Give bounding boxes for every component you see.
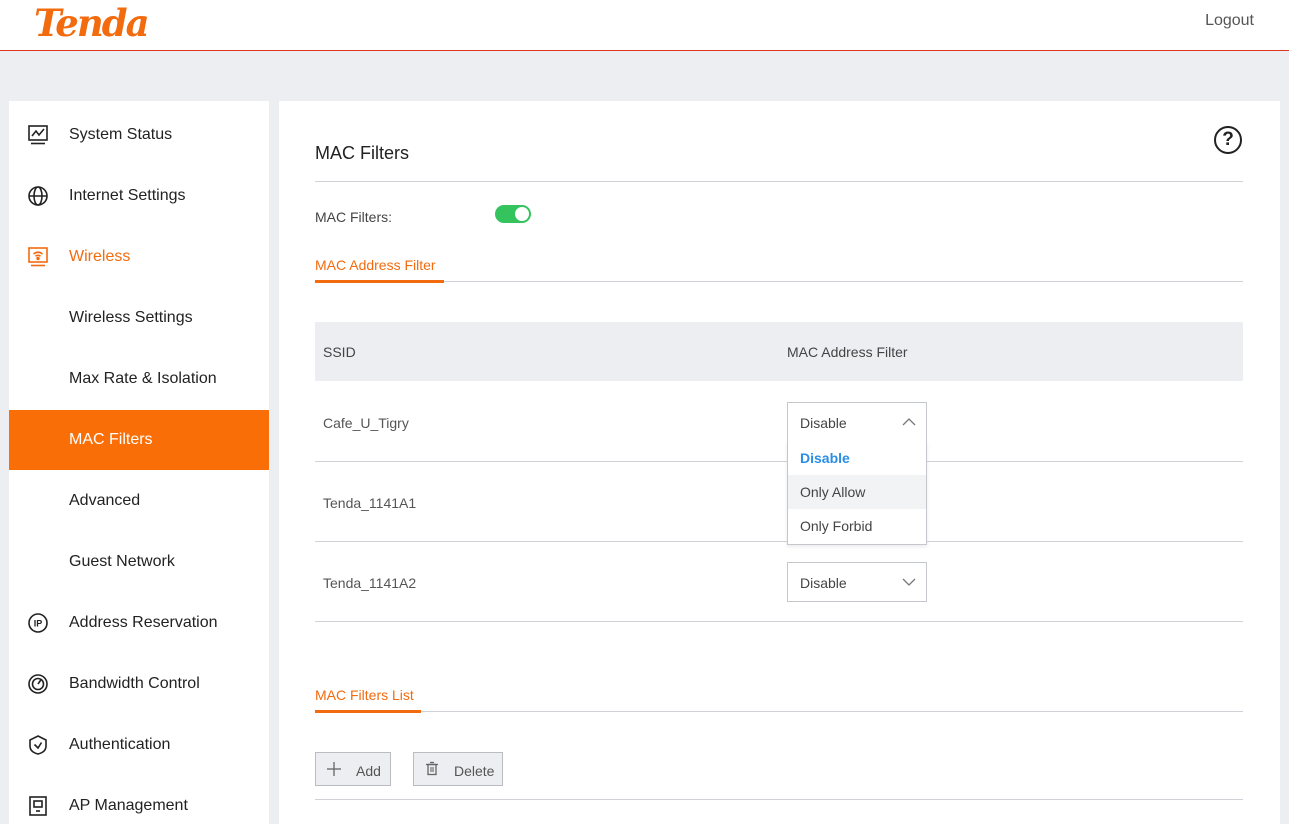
gauge-icon <box>27 673 49 695</box>
main-panel: ? MAC Filters MAC Filters: MAC Address F… <box>279 101 1280 824</box>
option-only-allow[interactable]: Only Allow <box>788 475 926 509</box>
sidebar-item-ap-management[interactable]: AP Management <box>9 776 269 824</box>
sidebar-item-label: Wireless Settings <box>69 309 193 326</box>
table-row-ssid: Cafe_U_Tigry <box>323 415 409 431</box>
tab-mac-address-filter[interactable]: MAC Address Filter <box>315 257 436 273</box>
monitor-chart-icon <box>27 124 49 146</box>
sidebar-item-label: Address Reservation <box>69 614 218 631</box>
sidebar-item-mac-filters[interactable]: MAC Filters <box>9 410 269 470</box>
sidebar-item-advanced[interactable]: Advanced <box>9 471 269 531</box>
sidebar-item-label: MAC Filters <box>69 431 153 448</box>
sidebar-item-label: System Status <box>69 126 173 143</box>
sidebar-item-label: Guest Network <box>69 553 175 570</box>
column-header-ssid: SSID <box>323 344 356 360</box>
row-divider <box>315 621 1243 622</box>
option-disable[interactable]: Disable <box>788 441 926 475</box>
mac-filters-toggle-label: MAC Filters: <box>315 209 392 225</box>
page-title: MAC Filters <box>315 143 409 163</box>
globe-icon <box>27 185 49 207</box>
sidebar-item-wireless[interactable]: Wireless <box>9 227 269 287</box>
sidebar-item-wireless-settings[interactable]: Wireless Settings <box>9 288 269 348</box>
svg-text:IP: IP <box>34 619 43 629</box>
chevron-down-icon <box>902 578 916 586</box>
select-value: Disable <box>800 575 847 591</box>
sidebar-item-internet-settings[interactable]: Internet Settings <box>9 166 269 226</box>
sidebar-item-label: Bandwidth Control <box>69 675 200 692</box>
sidebar-item-label: Advanced <box>69 492 141 509</box>
trash-icon <box>426 761 438 776</box>
divider <box>315 711 1243 712</box>
mac-filter-select-1[interactable]: Disable <box>787 402 927 442</box>
add-button-label: Add <box>356 763 381 779</box>
row-divider <box>315 541 1243 542</box>
sidebar: System Status Internet Settings Wireless… <box>9 101 269 824</box>
row-divider <box>315 461 1243 462</box>
wifi-monitor-icon <box>27 246 49 268</box>
sidebar-item-authentication[interactable]: Authentication <box>9 715 269 775</box>
divider <box>315 799 1243 800</box>
sidebar-item-system-status[interactable]: System Status <box>9 105 269 165</box>
top-bar: Tenda Logout <box>0 0 1289 51</box>
ap-device-icon <box>27 795 49 817</box>
sidebar-item-max-rate-isolation[interactable]: Max Rate & Isolation <box>9 349 269 409</box>
divider <box>315 281 1243 282</box>
column-header-mac-filter: MAC Address Filter <box>787 344 908 360</box>
sidebar-item-label: AP Management <box>69 797 188 814</box>
tab-underline <box>315 710 421 713</box>
add-button[interactable]: Add <box>315 752 391 786</box>
table-row-ssid: Tenda_1141A2 <box>323 575 417 591</box>
sidebar-item-label: Internet Settings <box>69 187 186 204</box>
filter-dropdown-menu: Disable Only Allow Only Forbid <box>787 441 927 545</box>
mac-filter-select-3[interactable]: Disable <box>787 562 927 602</box>
sidebar-item-guest-network[interactable]: Guest Network <box>9 532 269 592</box>
help-icon[interactable]: ? <box>1214 126 1242 154</box>
toggle-knob <box>515 207 529 221</box>
sidebar-item-address-reservation[interactable]: IP Address Reservation <box>9 593 269 653</box>
mac-filters-toggle[interactable] <box>495 205 531 223</box>
option-only-forbid[interactable]: Only Forbid <box>788 509 926 543</box>
sidebar-item-label: Max Rate & Isolation <box>69 370 217 387</box>
table-row-ssid: Tenda_1141A1 <box>323 495 417 511</box>
divider <box>315 181 1243 182</box>
tab-underline <box>315 280 444 283</box>
table-header: SSID MAC Address Filter <box>315 322 1243 381</box>
tenda-logo: Tenda <box>34 1 150 45</box>
logout-link[interactable]: Logout <box>1205 12 1254 30</box>
sidebar-item-label: Wireless <box>69 248 131 265</box>
sidebar-item-bandwidth-control[interactable]: Bandwidth Control <box>9 654 269 714</box>
shield-check-icon <box>27 734 49 756</box>
delete-button-label: Delete <box>454 763 495 779</box>
sidebar-item-label: Authentication <box>69 736 171 753</box>
ip-icon: IP <box>27 612 49 634</box>
tab-mac-filters-list[interactable]: MAC Filters List <box>315 687 414 703</box>
chevron-up-icon <box>902 418 916 426</box>
delete-button[interactable]: Delete <box>413 752 503 786</box>
select-value: Disable <box>800 415 847 431</box>
plus-icon <box>327 762 341 776</box>
